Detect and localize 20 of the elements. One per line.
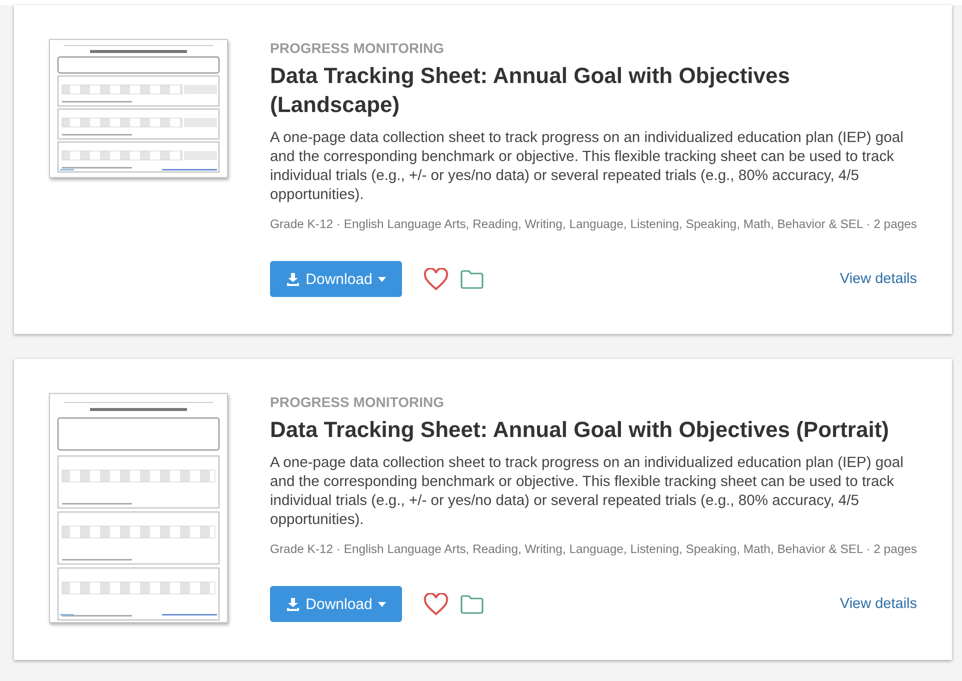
download-button[interactable]: Download bbox=[270, 261, 402, 297]
download-icon bbox=[286, 597, 300, 611]
caret-icon bbox=[378, 276, 386, 282]
download-icon bbox=[286, 272, 300, 286]
view-details-link[interactable]: View details bbox=[840, 596, 918, 612]
resource-meta: Grade K-12 · English Language Arts, Reading, Writing, Language, Listening, Speaking, Math, Behavior & SEL · 2 pages bbox=[270, 542, 918, 556]
folder-icon[interactable] bbox=[460, 594, 484, 614]
resource-title[interactable]: Data Tracking Sheet: Annual Goal with Objectives (Landscape) bbox=[270, 61, 918, 119]
resource-description: A one-page data collection sheet to track progress on an individualized education plan (IEP) goal and the corresponding benchmark or objective. This flexible tracking sheet can be used to track individual trials (e.g., +/- or yes/no data) or several repeated trials (e.g., 80% accuracy, 4/5 opportunities). bbox=[270, 454, 904, 530]
download-button[interactable]: Download bbox=[270, 586, 402, 622]
caret-icon bbox=[378, 602, 386, 606]
resource-description: A one-page data collection sheet to track progress on an individualized education plan (IEP) goal and the corresponding benchmark or objective. This flexible tracking sheet can be used to track individual trials (e.g., +/- or yes/no data) or several repeated trials (e.g., 80% accuracy, 4/5 opportunities). bbox=[270, 129, 904, 205]
folder-icon[interactable] bbox=[460, 269, 484, 289]
category-label: PROGRESS MONITORING bbox=[270, 394, 445, 410]
heart-icon[interactable] bbox=[423, 592, 449, 616]
resource-title[interactable]: Data Tracking Sheet: Annual Goal with Objectives (Portrait) bbox=[270, 415, 918, 444]
heart-icon[interactable] bbox=[423, 268, 449, 290]
resource-meta: Grade K-12 · English Language Arts, Reading, Writing, Language, Listening, Speaking, Math, Behavior & SEL · 2 pages bbox=[270, 217, 918, 231]
view-details-link[interactable]: View details bbox=[840, 271, 918, 287]
category-label: PROGRESS MONITORING bbox=[270, 40, 445, 56]
